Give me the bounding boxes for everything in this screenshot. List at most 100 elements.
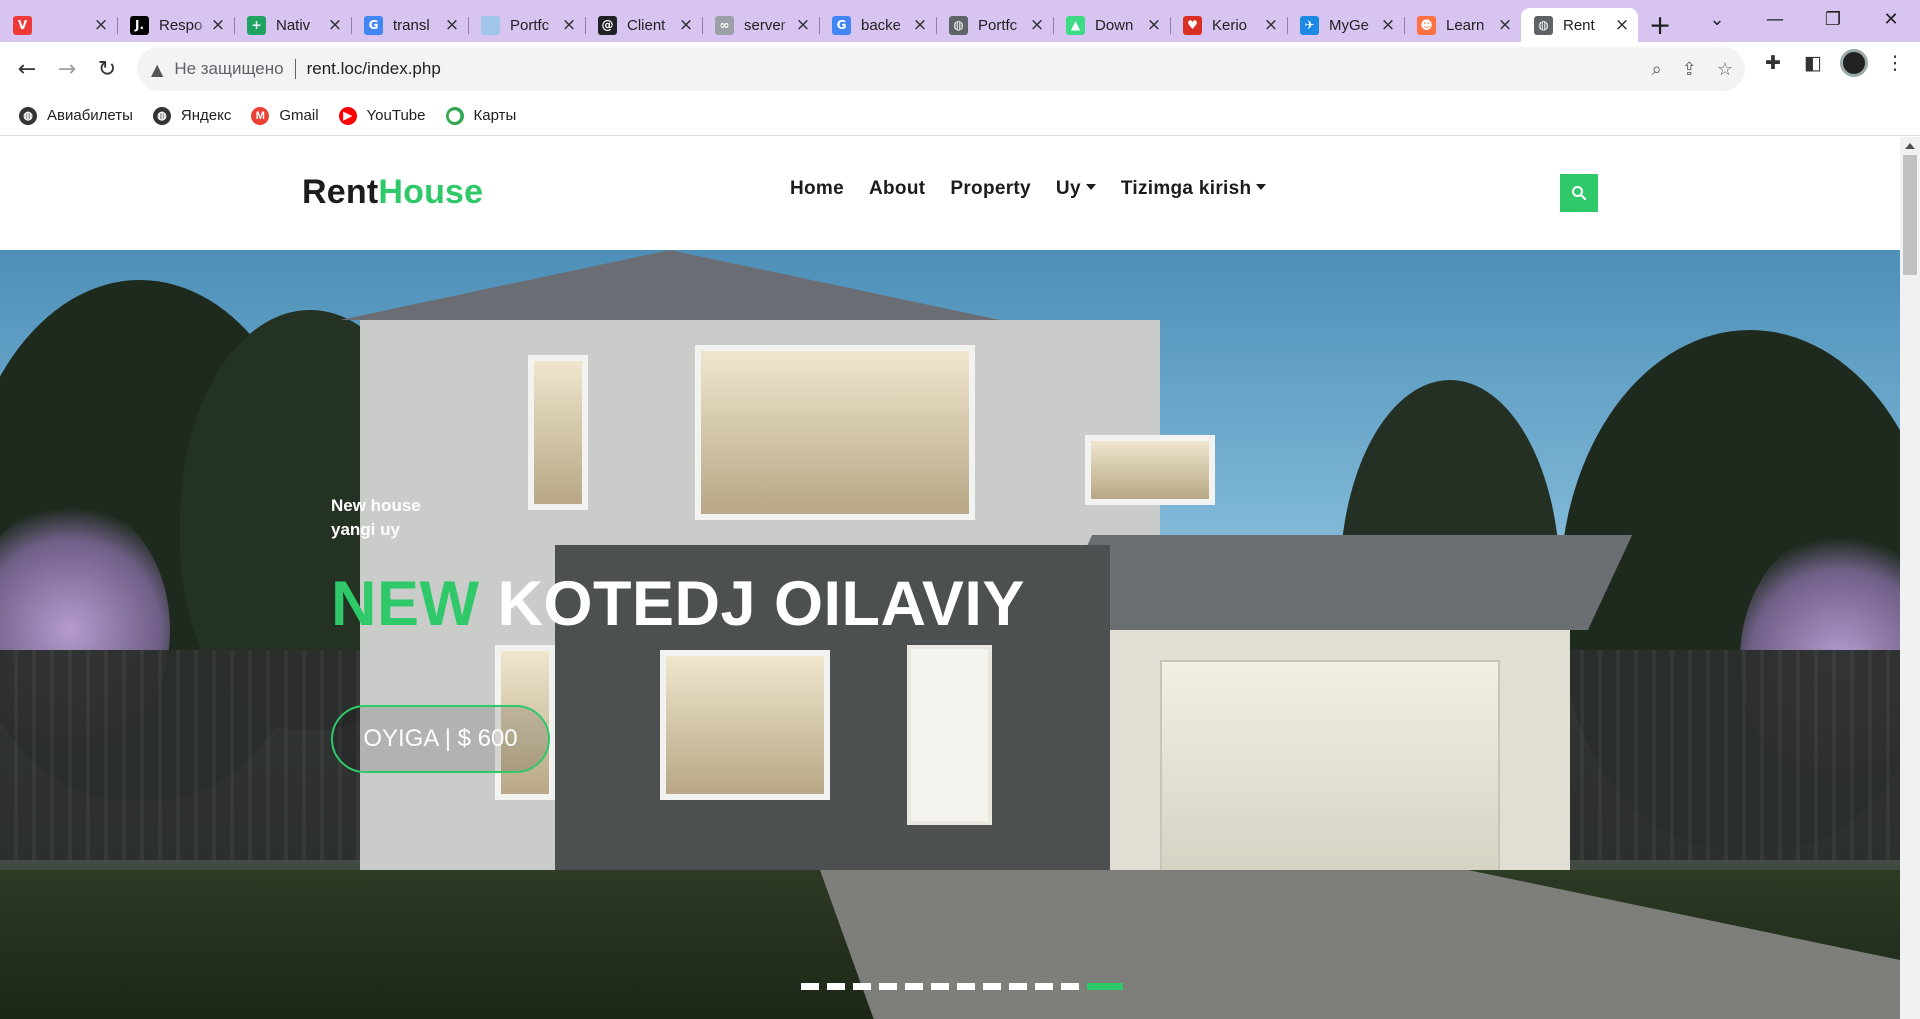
browser-tab[interactable]: ♥ Kerio × [1170,8,1287,42]
tab-search-button[interactable]: ⌄ [1688,9,1746,30]
carousel-indicator[interactable] [905,983,923,990]
bookmark-label: Gmail [279,107,319,124]
globe-icon: ◍ [19,106,37,125]
youtube-icon: ▶ [338,106,357,125]
tab-title: Respo [159,16,203,34]
upper-window-left [528,355,588,510]
close-tab-icon[interactable]: × [327,15,343,35]
bookmark-item[interactable]: M Gmail [251,106,319,125]
close-tab-icon[interactable]: × [444,15,460,35]
url-text[interactable]: rent.loc/index.php [307,59,441,79]
close-tab-icon[interactable]: × [210,15,226,35]
close-tab-icon[interactable]: × [1614,15,1630,35]
bookmark-label: Яндекс [180,107,232,124]
search-button[interactable] [1560,174,1598,212]
nav-item-home[interactable]: Home [790,178,844,200]
browser-tab[interactable]: Portfc × [468,8,585,42]
scroll-thumb[interactable] [1903,155,1917,275]
nav-item-property[interactable]: Property [950,178,1031,200]
close-tab-icon[interactable]: × [93,15,109,35]
close-tab-icon[interactable]: × [1146,15,1162,35]
carousel-indicator[interactable] [957,983,975,990]
tab-title: Down [1095,16,1134,34]
carousel-indicator[interactable] [931,983,949,990]
address-bar[interactable]: ▲ Не защищено rent.loc/index.php ⌕ ⇪ ☆ [137,47,1745,91]
browser-tab[interactable]: ∞ server × [702,8,819,42]
bookmark-item[interactable]: ◍ Яндекс [152,106,232,125]
close-tab-icon[interactable]: × [912,15,928,35]
hero-subtitle-uz: yangi uy [331,520,400,539]
close-tab-icon[interactable]: × [561,15,577,35]
restore-button[interactable]: ❐ [1804,9,1862,30]
carousel-indicator[interactable] [827,983,845,990]
extensions-puzzle-icon[interactable]: ✚ [1760,52,1786,74]
browser-tab[interactable]: ✈ MyGe × [1287,8,1404,42]
bookmark-item[interactable]: ▶ YouTube [338,106,426,125]
site-logo[interactable]: RentHouse [302,173,483,212]
tab-title: Portfc [510,16,550,34]
carousel-indicator[interactable] [1035,983,1053,990]
house-roof [340,250,1000,320]
carousel-indicator[interactable] [983,983,1001,990]
nav-item-about[interactable]: About [869,178,925,200]
nav-item-uy[interactable]: Uy [1056,178,1096,200]
tab-title: Learn [1446,16,1485,34]
garage-door [1160,660,1500,895]
hero-title-rest: KOTEDJ OILAVIY [497,569,1025,639]
minimize-button[interactable]: — [1746,9,1804,30]
browser-tab[interactable]: @ Client × [585,8,702,42]
browser-tab[interactable]: ◍ Portfc × [936,8,1053,42]
back-button[interactable]: ← [7,49,47,89]
bookmark-item[interactable]: ⬤ Карты [445,106,516,125]
security-status-label[interactable]: Не защищено [174,59,283,79]
close-tab-icon[interactable]: × [1029,15,1045,35]
close-tab-icon[interactable]: × [795,15,811,35]
reload-button[interactable]: ↻ [87,49,127,89]
carousel-indicator[interactable] [879,983,897,990]
page-scrollbar[interactable] [1900,137,1920,1019]
caret-down-icon [1085,184,1096,190]
browser-tab[interactable]: J. Respo × [117,8,234,42]
price-button[interactable]: OYIGA | $ 600 [331,705,550,773]
tab-title: backe [861,16,902,34]
warning-triangle-icon[interactable]: ▲ [151,60,163,79]
carousel-indicators [801,983,1123,990]
browser-tab[interactable]: Gbacke × [819,8,936,42]
browser-tab[interactable]: ☻ Learn × [1404,8,1521,42]
nav-item-tizimga-kirish[interactable]: Tizimga kirish [1121,178,1267,200]
browser-tab[interactable]: + Nativ × [234,8,351,42]
scroll-up-arrow-icon[interactable] [1905,143,1915,149]
forward-button[interactable]: → [47,49,87,89]
toolbar-right: ✚ ◧ ⋮ [1760,49,1908,77]
browser-tab[interactable]: Gtransl × [351,8,468,42]
zoom-icon[interactable]: ⌕ [1652,59,1662,80]
hero-title: NEW KOTEDJ OILAVIY [331,568,1025,640]
bookmark-star-icon[interactable]: ☆ [1717,59,1733,80]
tab-title: Client [627,16,666,34]
link-icon: ∞ [715,15,734,35]
close-tab-icon[interactable]: × [1497,15,1513,35]
carousel-indicator[interactable] [801,983,819,990]
side-panel-icon[interactable]: ◧ [1800,52,1826,74]
menu-kebab-icon[interactable]: ⋮ [1882,52,1908,74]
close-tab-icon[interactable]: × [678,15,694,35]
browser-tab[interactable]: ▲ Down × [1053,8,1170,42]
bookmark-item[interactable]: ◍ Авиабилеты [19,106,133,125]
browser-tab[interactable]: ◍ Rent × [1521,8,1638,42]
carousel-indicator[interactable] [1009,983,1027,990]
new-tab-button[interactable]: + [1638,8,1682,42]
browser-tab[interactable]: V × [0,8,117,42]
close-window-button[interactable]: ✕ [1862,9,1920,30]
shield-icon: ♥ [1183,15,1202,35]
share-icon[interactable]: ⇪ [1682,59,1697,80]
main-nav: Home About Property Uy Tizimga kirish [790,178,1267,200]
carousel-indicator[interactable] [1061,983,1079,990]
close-tab-icon[interactable]: × [1263,15,1279,35]
profile-avatar[interactable] [1840,49,1868,77]
carousel-indicator[interactable] [853,983,871,990]
nav-item-label: Property [950,178,1031,199]
google-icon: G [832,15,851,35]
carousel-indicator[interactable] [1087,983,1123,990]
tab-title: server [744,16,786,34]
close-tab-icon[interactable]: × [1380,15,1396,35]
